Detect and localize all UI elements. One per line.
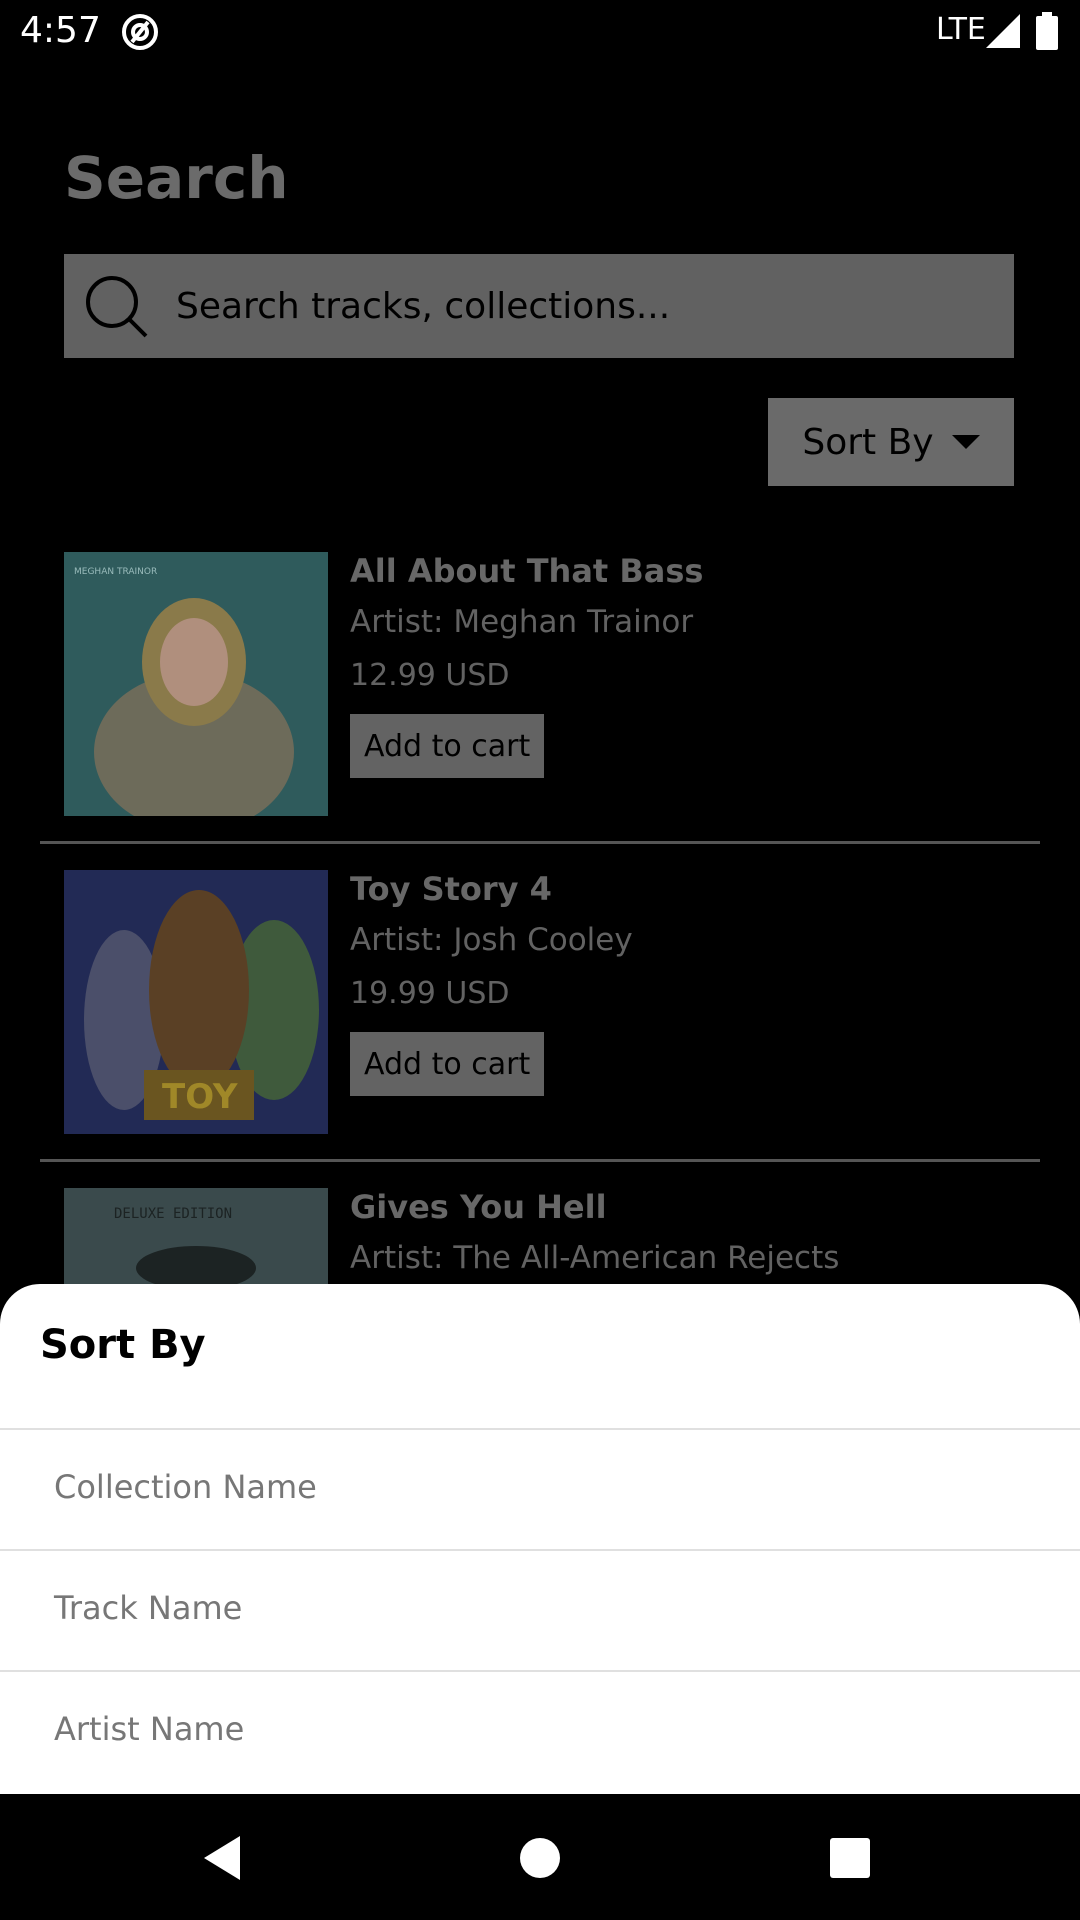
search-input[interactable] bbox=[176, 254, 996, 358]
network-type: LTE bbox=[936, 12, 986, 47]
back-icon[interactable] bbox=[196, 1826, 260, 1890]
status-bar: 4:57 LTE bbox=[0, 0, 1080, 64]
sort-by-label: Sort By bbox=[802, 421, 934, 463]
sort-by-sheet: Sort By Collection Name Track Name Artis… bbox=[0, 1284, 1080, 1794]
sort-by-button[interactable]: Sort By bbox=[768, 398, 1014, 486]
home-icon[interactable] bbox=[508, 1826, 572, 1890]
album-art: TOY bbox=[64, 870, 328, 1134]
add-to-cart-button[interactable]: Add to cart bbox=[350, 714, 545, 778]
status-time: 4:57 bbox=[20, 10, 101, 51]
signal-icon bbox=[986, 14, 1020, 48]
battery-icon bbox=[1036, 12, 1058, 50]
svg-text:TOY: TOY bbox=[162, 1077, 238, 1117]
track-price: 19.99 USD bbox=[350, 976, 510, 1011]
list-item[interactable]: MEGHAN TRAINOR All About That Bass Artis… bbox=[40, 552, 1040, 870]
add-to-cart-button[interactable]: Add to cart bbox=[350, 1032, 545, 1096]
search-page: Search Sort By MEGHAN TRAINOR All About … bbox=[0, 64, 1080, 1452]
album-art: MEGHAN TRAINOR bbox=[64, 552, 328, 816]
sort-option-track-name[interactable]: Track Name bbox=[0, 1549, 1080, 1671]
divider bbox=[40, 841, 1040, 844]
search-bar[interactable] bbox=[64, 254, 1014, 358]
track-artist: Artist: The All-American Rejects bbox=[350, 1240, 840, 1276]
divider bbox=[40, 1159, 1040, 1162]
list-item[interactable]: TOY Toy Story 4 Artist: Josh Cooley 19.9… bbox=[40, 870, 1040, 1188]
sort-option-label: Collection Name bbox=[54, 1468, 317, 1506]
track-title[interactable]: All About That Bass bbox=[350, 552, 703, 590]
recents-icon[interactable] bbox=[818, 1826, 882, 1890]
track-artist: Artist: Meghan Trainor bbox=[350, 604, 694, 640]
sort-option-label: Track Name bbox=[54, 1589, 243, 1627]
track-title[interactable]: Gives You Hell bbox=[350, 1188, 607, 1226]
page-title: Search bbox=[64, 144, 289, 212]
svg-text:DELUXE EDITION: DELUXE EDITION bbox=[114, 1206, 232, 1222]
sort-option-collection-name[interactable]: Collection Name bbox=[0, 1428, 1080, 1550]
track-title[interactable]: Toy Story 4 bbox=[350, 870, 552, 908]
svg-text:MEGHAN TRAINOR: MEGHAN TRAINOR bbox=[74, 567, 157, 577]
sort-option-label: Artist Name bbox=[54, 1710, 245, 1748]
at-sign-icon bbox=[122, 14, 158, 50]
sheet-title: Sort By bbox=[40, 1322, 206, 1368]
chevron-down-icon bbox=[951, 435, 980, 449]
track-price: 12.99 USD bbox=[350, 658, 510, 693]
track-artist: Artist: Josh Cooley bbox=[350, 922, 633, 958]
search-icon bbox=[86, 276, 148, 338]
sort-option-artist-name[interactable]: Artist Name bbox=[0, 1670, 1080, 1792]
navigation-bar bbox=[0, 1794, 1080, 1920]
